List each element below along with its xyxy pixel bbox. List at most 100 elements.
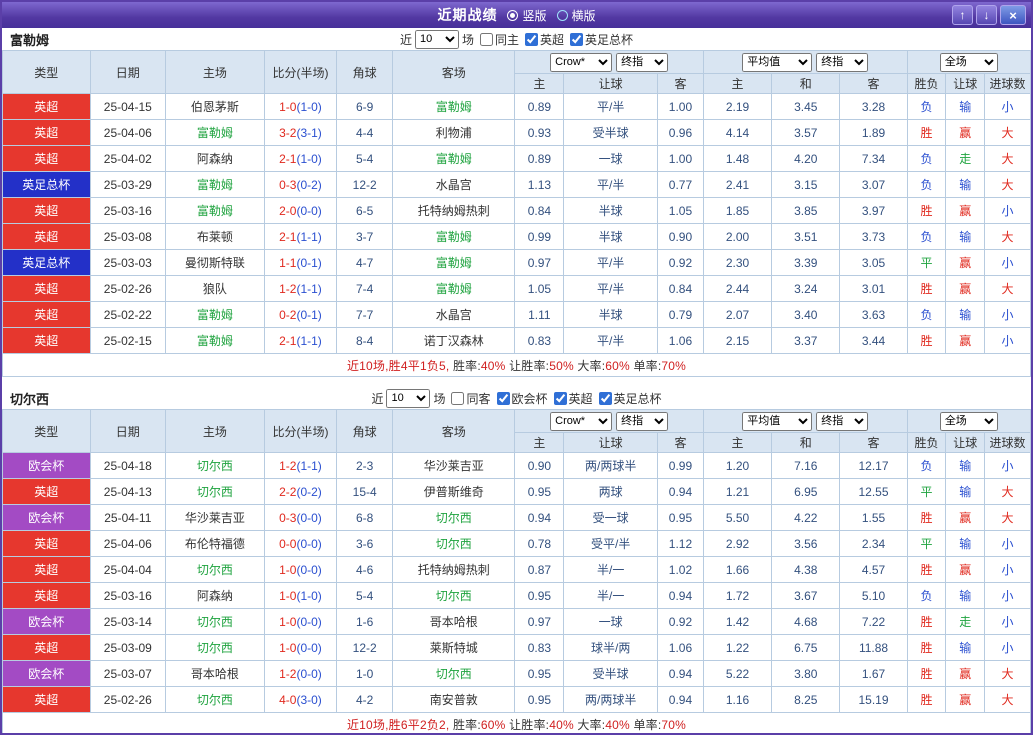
checkbox-input[interactable] bbox=[451, 391, 465, 405]
checkbox-input[interactable] bbox=[496, 391, 510, 405]
checkbox-input[interactable] bbox=[598, 391, 612, 405]
euro-odds-value: 3.45 bbox=[771, 93, 841, 120]
match-row: 英超 25-04-02 阿森纳 2-1(1-0) 5-4 富勒姆 0.89 一球 1.00 1.4… bbox=[2, 145, 1031, 172]
halftime-score: (0-0) bbox=[296, 203, 322, 218]
asia-odds-value: 球半/两 bbox=[563, 634, 659, 661]
league-badge: 欧会杯 bbox=[2, 504, 91, 531]
filter-checkbox[interactable]: 英足总杯 bbox=[567, 31, 633, 48]
fulltime-score: 2-1 bbox=[279, 333, 297, 348]
score: 1-0(0-0) bbox=[263, 634, 338, 661]
goals-flag: 小 bbox=[984, 556, 1031, 583]
filter-checkbox[interactable]: 英足总杯 bbox=[596, 390, 662, 407]
league-badge: 欧会杯 bbox=[2, 452, 91, 479]
halftime-score: (0-2) bbox=[296, 484, 322, 499]
home-team: 狼队 bbox=[165, 275, 265, 302]
close-button[interactable]: × bbox=[1000, 5, 1026, 25]
filter-checkbox[interactable]: 欧会杯 bbox=[494, 390, 548, 407]
asia-odds-value: 平/半 bbox=[563, 93, 659, 120]
match-date: 25-02-15 bbox=[89, 327, 167, 354]
result-flag: 胜 bbox=[906, 634, 947, 661]
euro-stage-select[interactable]: 终指 bbox=[816, 411, 869, 431]
handicap-flag: 输 bbox=[945, 452, 986, 479]
summary-row: 近10场,胜4平1负5, 胜率:40% 让胜率:50% 大率:60% 单率:70… bbox=[2, 353, 1031, 377]
col-header: 日期 bbox=[89, 50, 167, 94]
checkbox-input[interactable] bbox=[525, 32, 538, 46]
asia-odds-value: 0.89 bbox=[514, 145, 565, 172]
asia-odds-value: 0.92 bbox=[657, 249, 704, 276]
goals-flag: 小 bbox=[984, 452, 1031, 479]
match-date: 25-03-03 bbox=[89, 249, 167, 276]
euro-company-select[interactable]: 平均值 bbox=[742, 411, 813, 431]
layout-radio-vertical[interactable]: 竖版 bbox=[507, 7, 547, 24]
asia-odds-value: 0.90 bbox=[514, 452, 565, 479]
score: 1-0(1-0) bbox=[263, 582, 338, 609]
halftime-score: (1-1) bbox=[296, 458, 322, 473]
score: 0-3(0-0) bbox=[263, 504, 338, 531]
euro-odds-value: 2.19 bbox=[702, 93, 773, 120]
asia-odds-value: 0.83 bbox=[514, 634, 565, 661]
league-badge: 欧会杯 bbox=[2, 660, 91, 687]
col-header: 客场 bbox=[392, 50, 516, 94]
handicap-flag: 输 bbox=[945, 171, 986, 198]
scroll-up-button[interactable]: ↑ bbox=[952, 5, 973, 25]
asia-stage-select[interactable]: 终指 bbox=[616, 52, 669, 72]
asia-odds-value: 1.05 bbox=[657, 197, 704, 224]
sub-col-header: 让球 bbox=[945, 432, 986, 453]
handicap-flag: 输 bbox=[945, 478, 986, 505]
corner-count: 12-2 bbox=[336, 171, 394, 198]
result-flag: 平 bbox=[906, 478, 947, 505]
filter-checkbox[interactable]: 英超 bbox=[522, 31, 564, 48]
result-flag: 负 bbox=[906, 223, 947, 250]
corner-count: 5-4 bbox=[336, 582, 394, 609]
col-header: 比分(半场) bbox=[263, 50, 338, 94]
checkbox-input[interactable] bbox=[570, 32, 584, 46]
goals-flag: 小 bbox=[984, 249, 1031, 276]
euro-stage-select[interactable]: 终指 bbox=[816, 52, 869, 72]
scope-select[interactable]: 全场 bbox=[939, 52, 998, 72]
radio-label: 竖版 bbox=[522, 8, 547, 23]
goals-flag: 小 bbox=[984, 301, 1031, 328]
filter-row: 切尔西 近 10 场 同客 欧会杯 英超 英足总杯 bbox=[2, 387, 1031, 409]
home-team: 阿森纳 bbox=[165, 145, 265, 172]
checkbox-input[interactable] bbox=[553, 391, 567, 405]
odds-company-select[interactable]: Crow* bbox=[550, 411, 613, 431]
halftime-score: (0-0) bbox=[296, 510, 322, 525]
checkbox-label: 英足总杯 bbox=[613, 391, 662, 406]
recent-count-select[interactable]: 10 bbox=[414, 29, 459, 49]
euro-odds-value: 1.85 bbox=[702, 197, 773, 224]
match-row: 英超 25-02-22 富勒姆 0-2(0-1) 7-7 水晶宫 1.11 半球 0.79 2.0… bbox=[2, 301, 1031, 328]
result-flag: 负 bbox=[906, 145, 947, 172]
odds-company-select[interactable]: Crow* bbox=[550, 52, 613, 72]
away-team: 托特纳姆热刺 bbox=[392, 197, 516, 224]
col-header: 角球 bbox=[336, 409, 394, 453]
filter-checkbox[interactable]: 同客 bbox=[448, 390, 491, 407]
asia-odds-value: 1.05 bbox=[514, 275, 565, 302]
asia-stage-select[interactable]: 终指 bbox=[616, 411, 669, 431]
score: 2-0(0-0) bbox=[263, 197, 338, 224]
filter-checkbox[interactable]: 同主 bbox=[477, 31, 519, 48]
goals-flag: 大 bbox=[984, 119, 1031, 146]
euro-company-select[interactable]: 平均值 bbox=[742, 52, 813, 72]
match-row: 英超 25-02-26 切尔西 4-0(3-0) 4-2 南安普敦 0.95 两/两球半 0.9… bbox=[2, 686, 1031, 713]
league-badge: 英超 bbox=[2, 197, 91, 224]
scroll-down-button[interactable]: ↓ bbox=[976, 5, 997, 25]
asia-odds-value: 0.94 bbox=[657, 582, 704, 609]
checkbox-input[interactable] bbox=[479, 32, 493, 46]
scope-select[interactable]: 全场 bbox=[939, 411, 998, 431]
fulltime-score: 3-2 bbox=[279, 125, 297, 140]
halftime-score: (1-1) bbox=[296, 281, 322, 296]
layout-radio-horizontal[interactable]: 横版 bbox=[556, 7, 596, 24]
result-flag: 胜 bbox=[906, 686, 947, 713]
euro-odds-value: 3.40 bbox=[771, 301, 841, 328]
away-team: 华沙莱吉亚 bbox=[392, 452, 516, 479]
euro-odds-value: 1.72 bbox=[702, 582, 773, 609]
filter-checkbox[interactable]: 英超 bbox=[551, 390, 593, 407]
goals-flag: 大 bbox=[984, 223, 1031, 250]
league-badge: 英超 bbox=[2, 582, 91, 609]
euro-odds-value: 1.55 bbox=[839, 504, 908, 531]
asia-odds-value: 1.06 bbox=[657, 634, 704, 661]
euro-odds-value: 2.30 bbox=[702, 249, 773, 276]
league-badge: 英超 bbox=[2, 686, 91, 713]
recent-count-select[interactable]: 10 bbox=[386, 388, 431, 408]
match-row: 英超 25-04-13 切尔西 2-2(0-2) 15-4 伊普斯维奇 0.95 两球 0.94… bbox=[2, 478, 1031, 505]
